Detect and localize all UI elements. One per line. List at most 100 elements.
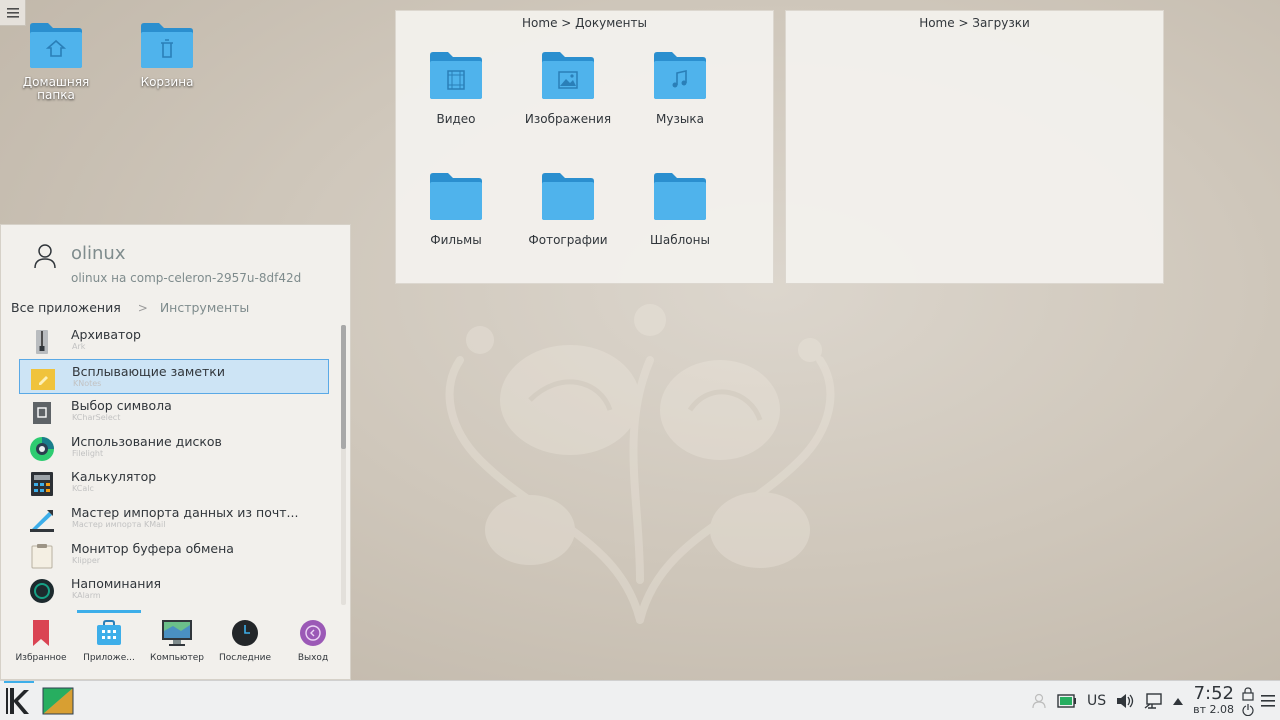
app-generic-name: Ark bbox=[72, 342, 86, 351]
trash-folder-icon bbox=[141, 23, 193, 68]
logout-icon bbox=[300, 620, 326, 646]
app-list-scrollbar[interactable] bbox=[341, 325, 346, 605]
app-name: Использование дисков bbox=[71, 433, 222, 449]
tab-recent[interactable]: Последние bbox=[211, 617, 279, 663]
wallpaper-ornament bbox=[445, 304, 835, 624]
app-item-kalarm[interactable]: Напоминания KAlarm bbox=[19, 572, 329, 603]
power-icon[interactable] bbox=[1242, 703, 1254, 716]
tab-favorites[interactable]: Избранное bbox=[7, 617, 75, 663]
lock-icon[interactable] bbox=[1242, 686, 1254, 701]
breadcrumb-all-apps[interactable]: Все приложения bbox=[11, 300, 121, 315]
folder-item-label: Изображения bbox=[524, 112, 612, 126]
keyboard-layout-indicator[interactable]: US bbox=[1087, 693, 1106, 709]
folder-item-music[interactable]: Музыка bbox=[624, 49, 736, 170]
music-folder-icon bbox=[654, 52, 706, 99]
tab-logout[interactable]: Выход bbox=[279, 617, 347, 663]
folder-icon bbox=[430, 173, 482, 220]
folder-item-label: Фильмы bbox=[430, 233, 482, 247]
tray-expand-icon[interactable] bbox=[1172, 696, 1184, 706]
disk-usage-icon bbox=[30, 436, 54, 461]
bookmark-icon bbox=[33, 620, 49, 646]
app-name: Монитор буфера обмена bbox=[71, 540, 234, 556]
panel-menu-icon[interactable] bbox=[1261, 695, 1275, 707]
folder-view-title: Home > Загрузки bbox=[919, 16, 1030, 30]
tab-label: Выход bbox=[297, 653, 329, 663]
folder-icon bbox=[654, 173, 706, 220]
app-name: Выбор символа bbox=[71, 398, 172, 414]
folder-item-films[interactable]: Фильмы bbox=[400, 170, 512, 291]
app-item-kcharselect[interactable]: Выбор символа KCharSelect bbox=[19, 394, 329, 430]
tab-applications[interactable]: Приложе... bbox=[75, 617, 143, 663]
desktop-icon-trash[interactable]: Корзина bbox=[122, 20, 212, 89]
applications-icon bbox=[97, 620, 121, 645]
kde-launcher-icon[interactable] bbox=[4, 684, 36, 718]
character-select-icon bbox=[33, 402, 51, 425]
taskbar: US 7:52 вт 2.08 bbox=[0, 680, 1280, 720]
tab-label: Приложе... bbox=[83, 653, 135, 663]
import-wizard-icon bbox=[30, 509, 54, 532]
notes-icon bbox=[31, 368, 55, 390]
app-name: Всплывающие заметки bbox=[72, 363, 225, 379]
battery-icon[interactable] bbox=[1057, 694, 1077, 708]
digital-clock[interactable]: 7:52 вт 2.08 bbox=[1193, 685, 1234, 717]
app-item-kcalc[interactable]: Калькулятор KCalc bbox=[19, 465, 329, 501]
image-viewer-task-icon[interactable] bbox=[42, 685, 74, 717]
folder-item-label: Шаблоны bbox=[650, 233, 710, 247]
folder-view-downloads[interactable]: Home > Загрузки bbox=[785, 10, 1164, 284]
folder-item-label: Видео bbox=[436, 112, 476, 126]
folder-view-documents[interactable]: Home > Документы Видео Изображения Музык… bbox=[395, 10, 774, 284]
app-item-klipper[interactable]: Монитор буфера обмена Klipper bbox=[19, 537, 329, 573]
app-item-kmail-importer[interactable]: Мастер импорта данных из почт... Мастер … bbox=[19, 501, 329, 537]
folder-item-pictures[interactable]: Изображения bbox=[512, 49, 624, 170]
tab-label: Последние bbox=[218, 653, 271, 663]
clock-date: вт 2.08 bbox=[1193, 703, 1234, 716]
tab-computer[interactable]: Компьютер bbox=[143, 617, 211, 663]
launcher-active-indicator bbox=[4, 681, 34, 683]
folder-icon bbox=[542, 173, 594, 220]
chevron-right-icon: > bbox=[137, 300, 148, 315]
archiver-icon bbox=[36, 330, 48, 354]
app-item-ark[interactable]: Архиватор Ark bbox=[19, 323, 329, 359]
video-folder-icon bbox=[430, 52, 482, 99]
app-name: Архиватор bbox=[71, 327, 141, 342]
app-generic-name: Klipper bbox=[72, 555, 101, 565]
active-tab-indicator bbox=[77, 610, 141, 613]
folder-item-templates[interactable]: Шаблоны bbox=[624, 170, 736, 291]
clock-icon bbox=[232, 620, 258, 646]
desktop-icon-label: Корзина bbox=[140, 75, 194, 89]
system-tray: US 7:52 вт 2.08 bbox=[1026, 681, 1280, 720]
app-item-knotes[interactable]: Всплывающие заметки KNotes bbox=[19, 358, 329, 395]
folder-item-video[interactable]: Видео bbox=[400, 49, 512, 170]
volume-icon[interactable] bbox=[1116, 693, 1134, 709]
user-avatar-icon bbox=[34, 244, 56, 269]
lock-logout-widget bbox=[1242, 686, 1254, 716]
breadcrumb-current[interactable]: Инструменты bbox=[160, 300, 249, 315]
home-folder-icon bbox=[30, 23, 82, 68]
network-icon[interactable] bbox=[1144, 693, 1162, 709]
app-list: Архиватор Ark Всплывающие заметки KNotes… bbox=[19, 323, 329, 603]
calculator-icon bbox=[31, 472, 53, 497]
hamburger-icon bbox=[6, 7, 19, 18]
app-generic-name: KCalc bbox=[72, 484, 94, 494]
pictures-folder-icon bbox=[542, 52, 594, 99]
desktop-icon-label: Домашняя папка bbox=[22, 75, 90, 102]
app-generic-name: KNotes bbox=[73, 378, 102, 388]
application-launcher: olinux olinux на comp-celeron-2957u-8df4… bbox=[0, 224, 351, 680]
app-generic-name: Мастер импорта KMail bbox=[72, 519, 166, 529]
user-switch-icon[interactable] bbox=[1031, 693, 1047, 709]
folder-item-photos[interactable]: Фотографии bbox=[512, 170, 624, 291]
app-generic-name: KAlarm bbox=[72, 591, 101, 601]
folder-view-title: Home > Документы bbox=[522, 16, 647, 30]
clock-time: 7:52 bbox=[1193, 683, 1234, 704]
tab-label: Избранное bbox=[15, 653, 67, 663]
folder-item-label: Музыка bbox=[656, 112, 704, 126]
clipboard-icon bbox=[31, 543, 53, 569]
app-generic-name: Filelight bbox=[72, 448, 104, 458]
desktop-icon-home[interactable]: Домашняя папка bbox=[11, 20, 101, 102]
scrollbar-thumb[interactable] bbox=[341, 325, 346, 449]
app-name: Мастер импорта данных из почт... bbox=[71, 504, 299, 520]
user-host: olinux на comp-celeron-2957u-8df42d bbox=[71, 271, 302, 285]
breadcrumb: Все приложения > Инструменты bbox=[11, 300, 249, 315]
app-item-filelight[interactable]: Использование дисков Filelight bbox=[19, 430, 329, 466]
launcher-tabs: Избранное Приложе... Компьютер Последние… bbox=[7, 617, 347, 663]
